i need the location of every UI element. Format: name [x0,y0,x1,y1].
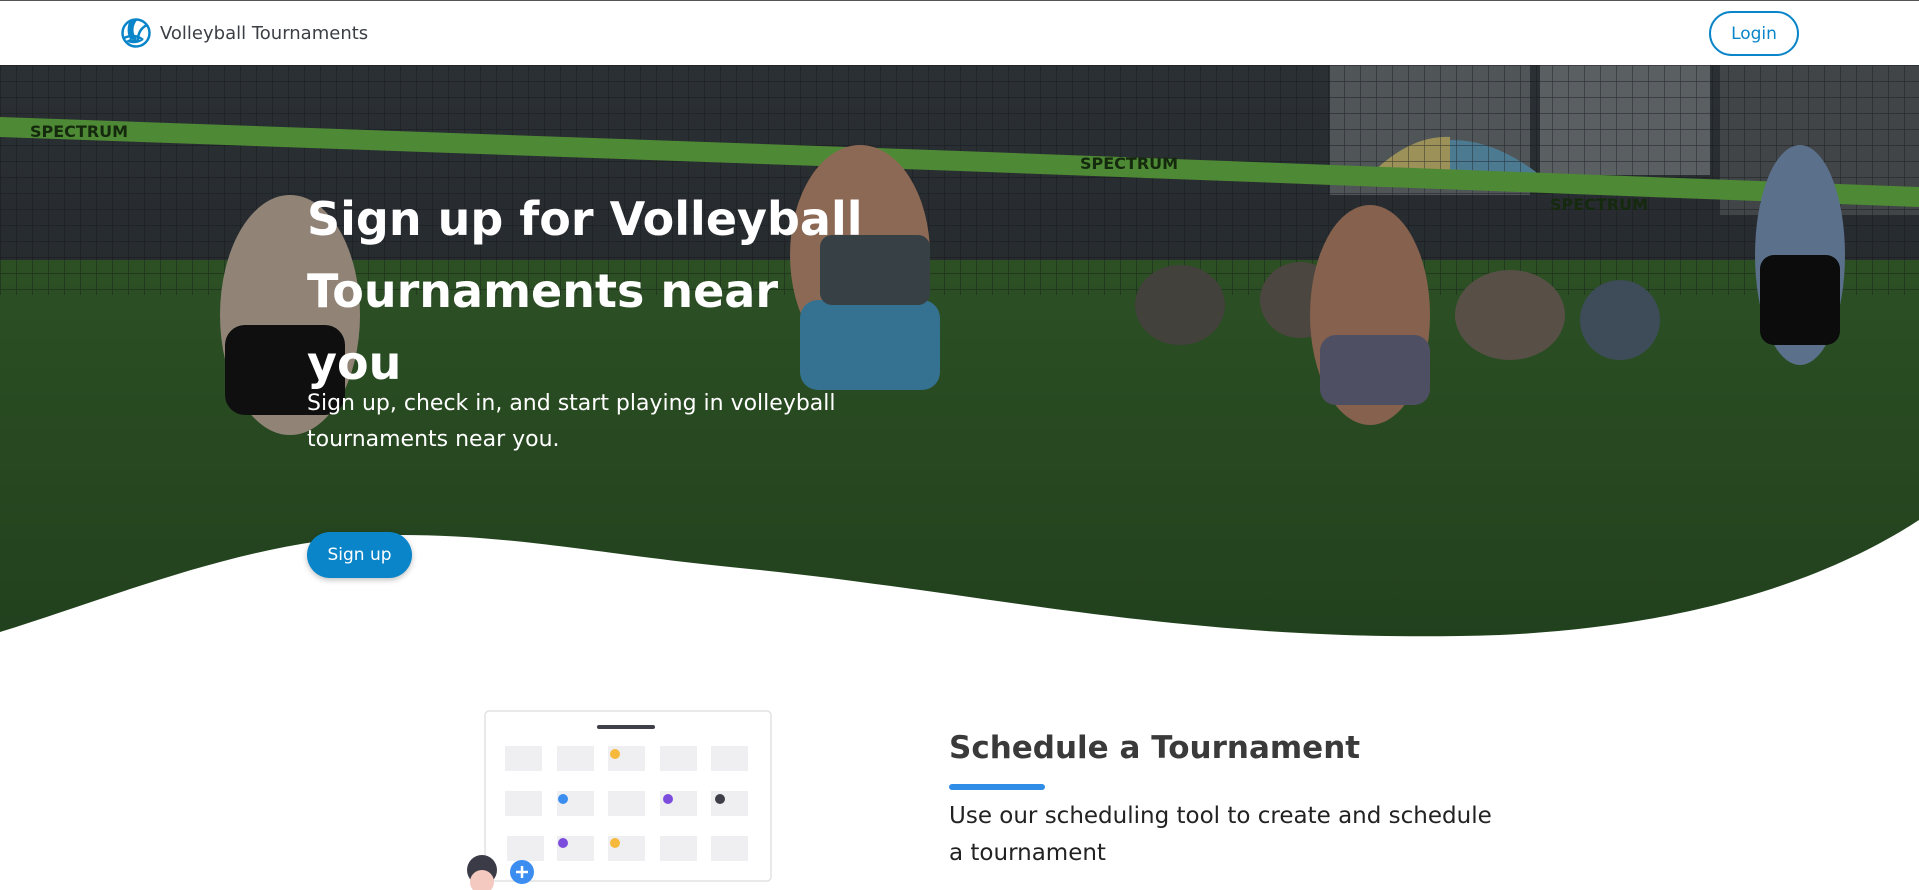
feature-title: Schedule a Tournament [949,730,1361,766]
volleyball-logo-icon [121,18,151,48]
schedule-feature-section: Schedule a Tournament Use our scheduling… [0,640,1919,890]
login-button[interactable]: Login [1709,11,1799,56]
hero-background-photo: SPECTRUM SPECTRUM SPECTRUM [0,65,1919,640]
hero-subtitle: Sign up, check in, and start playing in … [307,391,836,452]
top-navbar: Volleyball Tournaments Login [0,0,1919,65]
calendar-illustration [467,710,772,890]
brand[interactable]: Volleyball Tournaments [121,18,368,48]
feature-description: Use our scheduling tool to create and sc… [949,803,1492,866]
hero-title: Sign up for Volleyball Tournaments near … [307,192,863,390]
signup-button[interactable]: Sign up [307,532,412,578]
brand-name: Volleyball Tournaments [160,22,369,44]
title-underline [949,784,1045,790]
hero-section: SPECTRUM SPECTRUM SPECTRUM Sign up for V… [0,65,1919,640]
